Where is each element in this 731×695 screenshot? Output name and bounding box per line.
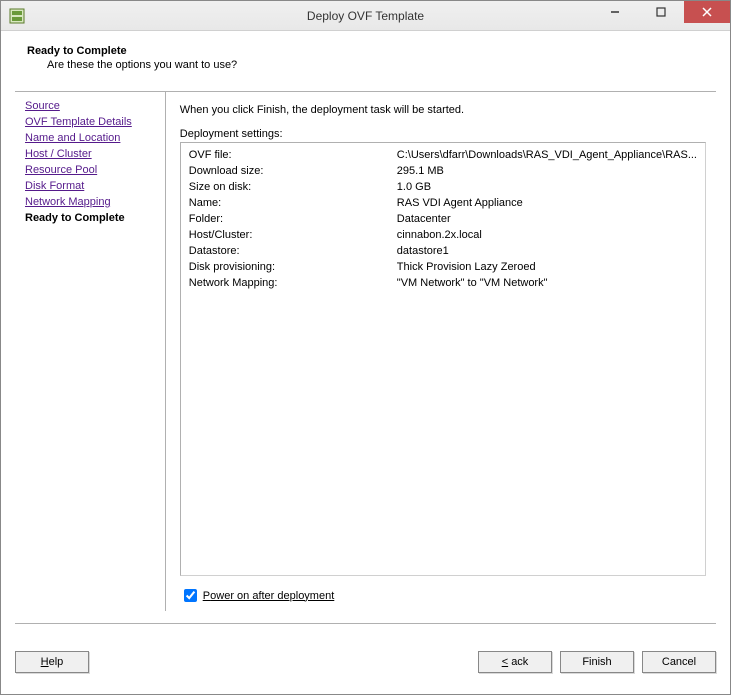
setting-label: Disk provisioning: — [189, 259, 397, 275]
finish-button[interactable]: Finish — [560, 651, 634, 673]
setting-label: Host/Cluster: — [189, 227, 397, 243]
setting-row: Name: RAS VDI Agent Appliance — [189, 195, 697, 211]
setting-value: "VM Network" to "VM Network" — [397, 275, 697, 291]
wizard-nav: Source OVF Template Details Name and Loc… — [15, 92, 166, 611]
titlebar: Deploy OVF Template — [1, 1, 730, 31]
power-on-label[interactable]: Power on after deployment — [203, 590, 334, 602]
help-button[interactable]: Help — [15, 651, 89, 673]
setting-row: Disk provisioning: Thick Provision Lazy … — [189, 259, 697, 275]
setting-row: OVF file: C:\Users\dfarr\Downloads\RAS_V… — [189, 147, 697, 163]
setting-value: cinnabon.2x.local — [397, 227, 697, 243]
content-column: When you click Finish, the deployment ta… — [166, 92, 716, 611]
setting-row: Datastore: datastore1 — [189, 243, 697, 259]
setting-value: RAS VDI Agent Appliance — [397, 195, 697, 211]
back-button[interactable]: < ack — [478, 651, 552, 673]
setting-label: OVF file: — [189, 147, 397, 163]
power-on-row: Power on after deployment — [180, 586, 706, 605]
nav-name-and-location[interactable]: Name and Location — [25, 130, 155, 146]
setting-label: Name: — [189, 195, 397, 211]
close-button[interactable] — [684, 1, 730, 23]
setting-value: 1.0 GB — [397, 179, 697, 195]
nav-resource-pool[interactable]: Resource Pool — [25, 162, 155, 178]
setting-row: Size on disk: 1.0 GB — [189, 179, 697, 195]
setting-value: Thick Provision Lazy Zeroed — [397, 259, 697, 275]
maximize-button[interactable] — [638, 1, 684, 23]
app-icon — [9, 8, 25, 24]
setting-value: Datacenter — [397, 211, 697, 227]
wizard-header: Ready to Complete Are these the options … — [1, 31, 730, 81]
window-title: Deploy OVF Template — [307, 9, 424, 23]
setting-row: Network Mapping: "VM Network" to "VM Net… — [189, 275, 697, 291]
setting-value: C:\Users\dfarr\Downloads\RAS_VDI_Agent_A… — [397, 147, 697, 163]
intro-text: When you click Finish, the deployment ta… — [180, 98, 706, 116]
settings-heading: Deployment settings: — [180, 128, 706, 140]
button-bar: Help < ack Finish Cancel — [1, 646, 730, 678]
separator — [15, 623, 716, 624]
setting-row: Download size: 295.1 MB — [189, 163, 697, 179]
nav-network-mapping[interactable]: Network Mapping — [25, 194, 155, 210]
nav-ready-to-complete: Ready to Complete — [25, 210, 155, 226]
setting-label: Datastore: — [189, 243, 397, 259]
minimize-button[interactable] — [592, 1, 638, 23]
window-controls — [592, 1, 730, 30]
nav-source[interactable]: Source — [25, 98, 155, 114]
setting-label: Network Mapping: — [189, 275, 397, 291]
nav-disk-format[interactable]: Disk Format — [25, 178, 155, 194]
setting-row: Host/Cluster: cinnabon.2x.local — [189, 227, 697, 243]
nav-ovf-template-details[interactable]: OVF Template Details — [25, 114, 155, 130]
setting-value: 295.1 MB — [397, 163, 697, 179]
setting-label: Folder: — [189, 211, 397, 227]
setting-label: Size on disk: — [189, 179, 397, 195]
settings-box: OVF file: C:\Users\dfarr\Downloads\RAS_V… — [180, 142, 706, 576]
page-title: Ready to Complete — [27, 45, 704, 57]
nav-host-cluster[interactable]: Host / Cluster — [25, 146, 155, 162]
setting-label: Download size: — [189, 163, 397, 179]
power-on-checkbox[interactable] — [184, 589, 197, 602]
setting-value: datastore1 — [397, 243, 697, 259]
setting-row: Folder: Datacenter — [189, 211, 697, 227]
page-subtitle: Are these the options you want to use? — [47, 59, 704, 71]
cancel-button[interactable]: Cancel — [642, 651, 716, 673]
main-area: Source OVF Template Details Name and Loc… — [15, 91, 716, 611]
